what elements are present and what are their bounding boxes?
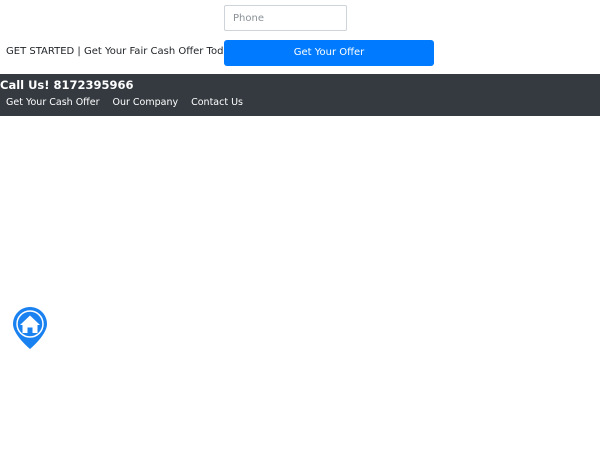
nav-get-cash-offer[interactable]: Get Your Cash Offer <box>6 97 99 109</box>
main-nav: Get Your Cash Offer Our Company Contact … <box>6 97 243 109</box>
nav-our-company[interactable]: Our Company <box>112 97 178 109</box>
get-your-offer-button[interactable]: Get Your Offer <box>224 40 434 66</box>
call-us-phone[interactable]: Call Us! 8172395966 <box>0 78 134 92</box>
get-started-text: GET STARTED | Get Your Fair Cash Offer T… <box>6 46 236 57</box>
top-navigation-bar: Call Us! 8172395966 Get Your Cash Offer … <box>0 74 600 116</box>
nav-contact-us[interactable]: Contact Us <box>191 97 243 109</box>
home-marker-icon[interactable] <box>12 306 48 350</box>
phone-input[interactable] <box>224 5 347 31</box>
